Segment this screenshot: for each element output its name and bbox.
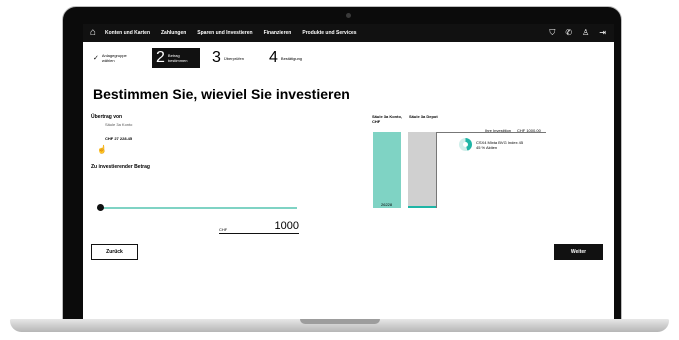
stepper: ✓ Anlagegruppe wählen 2 Betrag bestimmen… <box>83 48 614 68</box>
logout-icon[interactable]: ⇥ <box>599 28 606 38</box>
step-number: 3 <box>212 49 221 66</box>
investment-label: Ihre Investition <box>485 128 512 133</box>
account-amount: CHF 27 228.45 <box>105 136 133 141</box>
shield-icon[interactable]: ⛉ <box>549 28 555 38</box>
next-button[interactable]: Weiter <box>554 244 603 260</box>
phone-icon[interactable]: ✆ <box>565 28 572 38</box>
chart-connector <box>436 132 437 208</box>
invest-amount-label: Zu investierender Betrag <box>91 164 150 170</box>
amount-field[interactable]: CHF 1000 <box>219 217 299 234</box>
account-name: Säule 3a Konto <box>105 122 133 127</box>
step-label: Betrag bestimmen <box>167 53 188 63</box>
chart-col1-header: Säule 3a Konto, CHF <box>372 114 403 124</box>
allocation-donut-icon <box>459 138 472 151</box>
chart-col2-header: Säule 3a Depot <box>409 114 438 119</box>
hand-icon: ☝ <box>97 145 107 154</box>
amount-value[interactable]: 1000 <box>275 220 299 232</box>
step-3: 3 Überprüfen <box>212 48 244 68</box>
nav-item-finanzieren[interactable]: Finanzieren <box>264 30 292 36</box>
step-4: 4 Bestätigung <box>269 48 302 68</box>
check-icon: ✓ <box>93 55 99 62</box>
laptop-notch <box>300 319 380 324</box>
user-icon[interactable]: ♙ <box>582 28 589 38</box>
nav-item-zahlungen[interactable]: Zahlungen <box>161 30 186 36</box>
back-button[interactable]: Zurück <box>91 244 138 260</box>
page-title: Bestimmen Sie, wieviel Sie investieren <box>93 86 350 102</box>
amount-slider-track[interactable] <box>97 207 297 209</box>
step-label: Bestätigung <box>280 55 303 61</box>
laptop-screen: ⌂ Konten und Karten Zahlungen Sparen und… <box>83 24 614 321</box>
nav-item-konten[interactable]: Konten und Karten <box>105 30 150 36</box>
bar-konto <box>373 132 401 208</box>
amount-slider-knob[interactable] <box>97 204 104 211</box>
currency-label: CHF <box>219 227 228 232</box>
step-2-active: 2 Betrag bestimmen <box>152 48 200 68</box>
top-navigation: ⌂ Konten und Karten Zahlungen Sparen und… <box>83 24 614 42</box>
camera <box>346 13 351 18</box>
legend-equity: 45 % Aktien <box>476 145 498 150</box>
step-label: Überprüfen <box>223 55 244 61</box>
nav-item-sparen[interactable]: Sparen und Investieren <box>197 30 252 36</box>
step-number: 2 <box>156 49 165 66</box>
investment-value: CHF 1000.00 <box>517 128 541 133</box>
bar-depot-fill <box>408 206 436 208</box>
legend-text: CSX4 Mixta BVG Index 45 45 % Aktien <box>476 140 523 150</box>
step-number: 4 <box>269 49 278 66</box>
nav-item-produkte[interactable]: Produkte und Services <box>302 30 356 36</box>
step-1: ✓ Anlagegruppe wählen <box>93 48 130 68</box>
bar-depot <box>408 132 436 208</box>
bar-konto-value: 26228 <box>381 202 393 207</box>
transfer-label: Übertrag von <box>91 114 123 120</box>
home-icon[interactable]: ⌂ <box>90 27 96 39</box>
step-label: Anlagegruppe wählen <box>101 53 127 63</box>
